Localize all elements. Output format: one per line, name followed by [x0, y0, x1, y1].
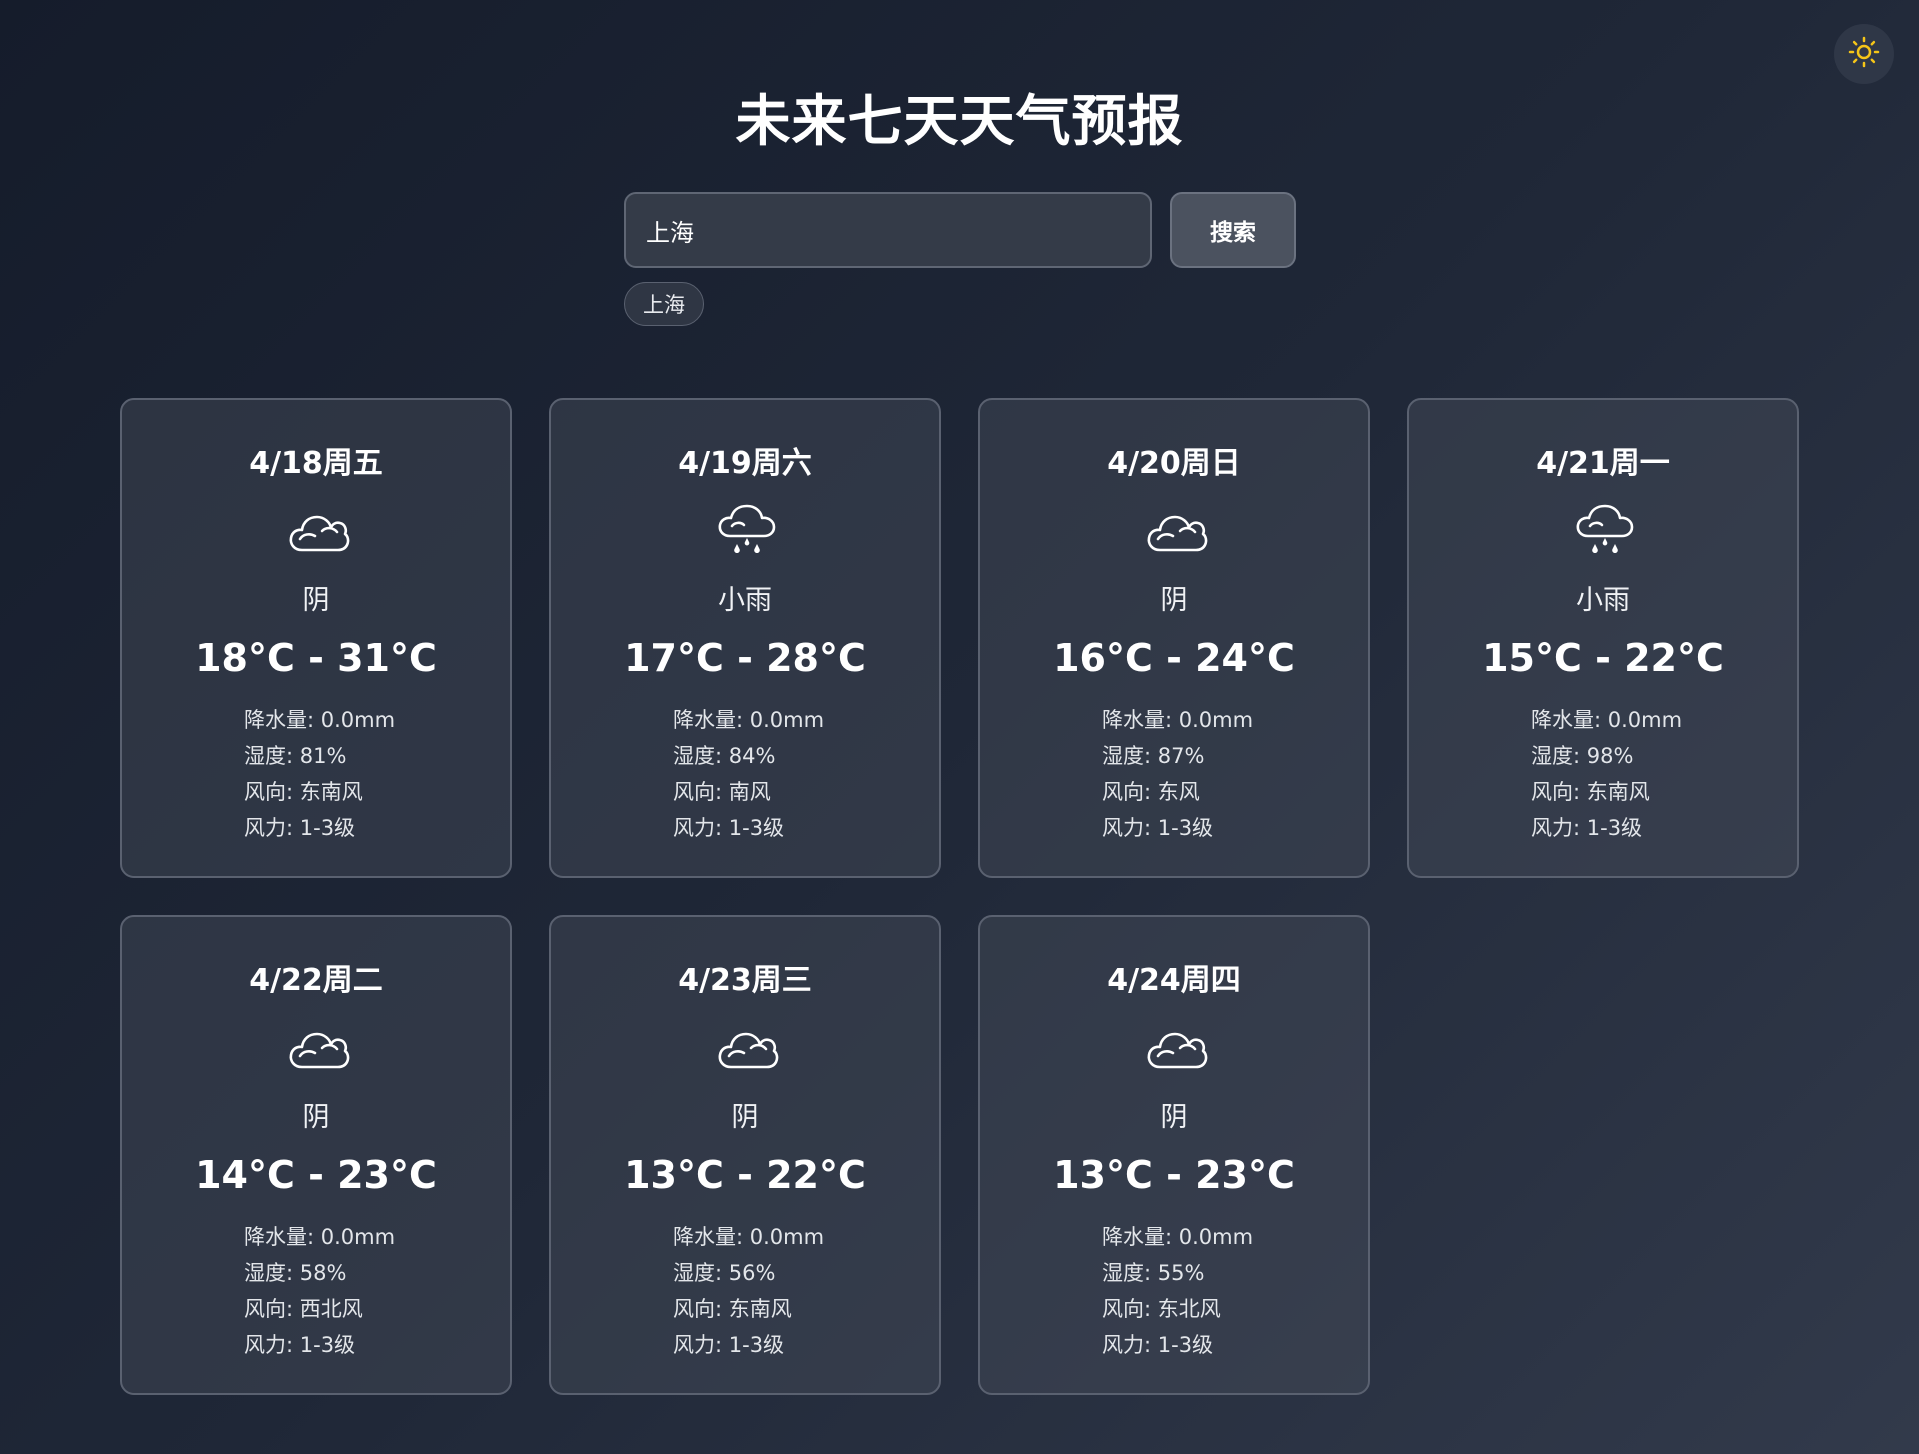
- weather-details: 降水量: 0.0mm 湿度: 58% 风向: 西北风 风力: 1-3级: [244, 1219, 395, 1363]
- forecast-grid: 4/18周五阴 18°C - 31°C 降水量: 0.0mm 湿度: 81% 风向: 东…: [120, 398, 1802, 1395]
- temperature-range: 15°C - 22°C: [1482, 636, 1724, 680]
- sun-icon: [1848, 36, 1880, 72]
- cloudy-icon: [1144, 1017, 1208, 1077]
- temperature-range: 16°C - 24°C: [1053, 636, 1295, 680]
- search-history-chip[interactable]: 上海: [624, 282, 704, 326]
- precipitation: 降水量: 0.0mm: [244, 1225, 396, 1249]
- precipitation: 降水量: 0.0mm: [673, 708, 825, 732]
- humidity: 湿度: 58%: [244, 1261, 347, 1285]
- forecast-card: 4/24周四阴 13°C - 23°C 降水量: 0.0mm 湿度: 55% 风向: 东…: [978, 915, 1370, 1395]
- weather-details: 降水量: 0.0mm 湿度: 81% 风向: 东南风 风力: 1-3级: [244, 702, 395, 846]
- wind-force: 风力: 1-3级: [673, 816, 785, 840]
- light-rain-icon: [715, 500, 779, 560]
- humidity: 湿度: 56%: [673, 1261, 776, 1285]
- light-rain-icon: [1573, 500, 1637, 560]
- cloudy-icon: [286, 1017, 350, 1077]
- forecast-date: 4/21周一: [1536, 446, 1670, 481]
- weather-condition: 阴: [1160, 1102, 1188, 1133]
- forecast-card: 4/21周一小雨 15°C - 22°C 降水量: 0.0mm 湿度: 98% 风向: …: [1407, 398, 1799, 878]
- cloudy-icon: [715, 1017, 779, 1077]
- wind-direction: 风向: 东南风: [1531, 780, 1650, 804]
- forecast-date: 4/20周日: [1107, 446, 1241, 481]
- wind-direction: 风向: 西北风: [244, 1297, 363, 1321]
- temperature-range: 14°C - 23°C: [195, 1153, 437, 1197]
- forecast-date: 4/19周六: [678, 446, 812, 481]
- city-search-input[interactable]: [624, 192, 1152, 268]
- theme-toggle-button[interactable]: [1834, 24, 1894, 84]
- forecast-date: 4/23周三: [678, 963, 812, 998]
- forecast-card: 4/22周二阴 14°C - 23°C 降水量: 0.0mm 湿度: 58% 风向: 西…: [120, 915, 512, 1395]
- wind-direction: 风向: 东北风: [1102, 1297, 1221, 1321]
- wind-force: 风力: 1-3级: [1102, 1333, 1214, 1357]
- weather-condition: 阴: [302, 585, 330, 616]
- humidity: 湿度: 98%: [1531, 744, 1634, 768]
- precipitation: 降水量: 0.0mm: [673, 1225, 825, 1249]
- precipitation: 降水量: 0.0mm: [1531, 708, 1683, 732]
- humidity: 湿度: 81%: [244, 744, 347, 768]
- cloudy-icon: [1144, 500, 1208, 560]
- temperature-range: 13°C - 23°C: [1053, 1153, 1295, 1197]
- weather-condition: 小雨: [718, 585, 772, 616]
- precipitation: 降水量: 0.0mm: [244, 708, 396, 732]
- forecast-card: 4/20周日阴 16°C - 24°C 降水量: 0.0mm 湿度: 87% 风向: 东…: [978, 398, 1370, 878]
- forecast-date: 4/22周二: [249, 963, 383, 998]
- forecast-date: 4/18周五: [249, 446, 383, 481]
- precipitation: 降水量: 0.0mm: [1102, 708, 1254, 732]
- weather-details: 降水量: 0.0mm 湿度: 87% 风向: 东风 风力: 1-3级: [1102, 702, 1253, 846]
- wind-force: 风力: 1-3级: [1102, 816, 1214, 840]
- weather-details: 降水量: 0.0mm 湿度: 55% 风向: 东北风 风力: 1-3级: [1102, 1219, 1253, 1363]
- precipitation: 降水量: 0.0mm: [1102, 1225, 1254, 1249]
- weather-condition: 阴: [1160, 585, 1188, 616]
- temperature-range: 13°C - 22°C: [624, 1153, 866, 1197]
- weather-details: 降水量: 0.0mm 湿度: 98% 风向: 东南风 风力: 1-3级: [1531, 702, 1682, 846]
- weather-details: 降水量: 0.0mm 湿度: 56% 风向: 东南风 风力: 1-3级: [673, 1219, 824, 1363]
- temperature-range: 18°C - 31°C: [195, 636, 437, 680]
- wind-direction: 风向: 东南风: [673, 1297, 792, 1321]
- wind-direction: 风向: 南风: [673, 780, 771, 804]
- temperature-range: 17°C - 28°C: [624, 636, 866, 680]
- wind-force: 风力: 1-3级: [673, 1333, 785, 1357]
- humidity: 湿度: 55%: [1102, 1261, 1205, 1285]
- wind-force: 风力: 1-3级: [1531, 816, 1643, 840]
- forecast-card: 4/18周五阴 18°C - 31°C 降水量: 0.0mm 湿度: 81% 风向: 东…: [120, 398, 512, 878]
- cloudy-icon: [286, 500, 350, 560]
- humidity: 湿度: 87%: [1102, 744, 1205, 768]
- humidity: 湿度: 84%: [673, 744, 776, 768]
- forecast-card: 4/19周六小雨 17°C - 28°C 降水量: 0.0mm 湿度: 84% 风向: …: [549, 398, 941, 878]
- weather-details: 降水量: 0.0mm 湿度: 84% 风向: 南风 风力: 1-3级: [673, 702, 824, 846]
- weather-condition: 小雨: [1576, 585, 1630, 616]
- wind-force: 风力: 1-3级: [244, 816, 356, 840]
- weather-condition: 阴: [731, 1102, 759, 1133]
- forecast-date: 4/24周四: [1107, 963, 1241, 998]
- weather-condition: 阴: [302, 1102, 330, 1133]
- wind-force: 风力: 1-3级: [244, 1333, 356, 1357]
- page-title: 未来七天天气预报: [735, 89, 1184, 153]
- wind-direction: 风向: 东南风: [244, 780, 363, 804]
- wind-direction: 风向: 东风: [1102, 780, 1200, 804]
- forecast-card: 4/23周三阴 13°C - 22°C 降水量: 0.0mm 湿度: 56% 风向: 东…: [549, 915, 941, 1395]
- search-button[interactable]: 搜索: [1170, 192, 1296, 268]
